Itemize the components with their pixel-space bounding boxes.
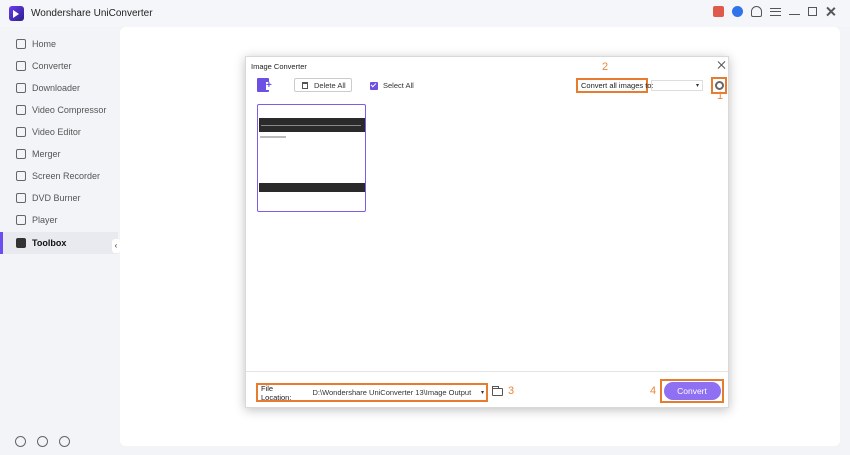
sidebar-item-converter[interactable]: Converter xyxy=(0,55,118,77)
annotation-3: 3 xyxy=(508,385,515,397)
thumbnail-content xyxy=(259,183,365,192)
file-location-highlight: File Location: D:\Wondershare UniConvert… xyxy=(256,383,488,402)
user-account-icon[interactable] xyxy=(732,6,743,17)
convert-button[interactable]: Convert xyxy=(663,382,721,400)
sidebar-item-label: Merger xyxy=(32,149,61,159)
support-headset-icon[interactable] xyxy=(751,6,762,17)
sidebar-item-label: Converter xyxy=(32,61,72,71)
convert-all-to-highlight: Convert all images to: xyxy=(576,78,654,93)
menu-icon[interactable] xyxy=(770,7,781,16)
gear-icon xyxy=(714,81,724,90)
open-folder-icon[interactable] xyxy=(492,386,503,396)
play-icon xyxy=(16,215,26,225)
sidebar-item-player[interactable]: Player xyxy=(0,209,118,231)
checkbox-checked-icon[interactable] xyxy=(370,81,378,90)
convert-highlight: Convert xyxy=(660,379,724,403)
feedback-icon[interactable] xyxy=(59,436,70,447)
disc-icon xyxy=(16,193,26,203)
sidebar-item-label: Downloader xyxy=(32,83,81,93)
minimize-icon[interactable] xyxy=(789,9,800,15)
maximize-icon[interactable] xyxy=(808,7,817,16)
title-bar: Wondershare UniConverter xyxy=(0,0,850,27)
sidebar: Home Converter Downloader Video Compress… xyxy=(0,27,118,455)
dialog-close-icon[interactable] xyxy=(716,60,726,70)
sidebar-collapse-handle[interactable]: ‹ xyxy=(112,239,120,253)
home-icon xyxy=(16,39,26,49)
select-all-checkbox[interactable]: Select All xyxy=(370,81,414,90)
help-icon[interactable] xyxy=(15,436,26,447)
delete-all-button[interactable]: Delete All xyxy=(294,78,352,92)
notification-bell-icon[interactable] xyxy=(37,436,48,447)
sidebar-item-video-compressor[interactable]: Video Compressor xyxy=(0,99,118,121)
chevron-down-icon: ▾ xyxy=(695,83,699,89)
sidebar-item-label: Player xyxy=(32,215,58,225)
sidebar-item-label: Toolbox xyxy=(32,238,67,248)
trash-icon xyxy=(302,81,308,89)
annotation-4: 4 xyxy=(650,385,657,397)
file-location-select[interactable]: D:\Wondershare UniConverter 13\Image Out… xyxy=(312,387,486,398)
thumbnail-content xyxy=(259,118,365,132)
file-location-label: File Location: xyxy=(261,383,292,402)
footer-divider xyxy=(246,371,728,372)
title-bar-controls xyxy=(713,6,836,17)
sidebar-item-video-editor[interactable]: Video Editor xyxy=(0,121,118,143)
gift-icon[interactable] xyxy=(713,6,724,17)
annotation-1: 1 xyxy=(717,90,724,102)
sidebar-item-merger[interactable]: Merger xyxy=(0,143,118,165)
sidebar-item-downloader[interactable]: Downloader xyxy=(0,77,118,99)
select-all-label: Select All xyxy=(383,81,414,90)
sidebar-item-dvd-burner[interactable]: DVD Burner xyxy=(0,187,118,209)
sidebar-item-label: Screen Recorder xyxy=(32,171,101,181)
scissors-icon xyxy=(16,127,26,137)
dialog-title: Image Converter xyxy=(251,62,307,71)
thumbnail-content xyxy=(260,136,286,138)
sidebar-item-toolbox[interactable]: Toolbox xyxy=(0,232,118,254)
app-title: Wondershare UniConverter xyxy=(31,8,153,19)
add-image-icon[interactable] xyxy=(257,78,272,92)
chevron-down-icon: ▾ xyxy=(480,390,484,396)
image-thumbnail[interactable] xyxy=(257,104,366,212)
sidebar-bottom-icons xyxy=(15,436,70,447)
converter-icon xyxy=(16,61,26,71)
annotation-2: 2 xyxy=(602,61,609,73)
convert-all-to-label: Convert all images to: xyxy=(581,81,654,90)
sidebar-item-home[interactable]: Home xyxy=(0,33,118,55)
window-close-icon[interactable] xyxy=(825,6,836,17)
delete-all-label: Delete All xyxy=(314,80,346,90)
record-icon xyxy=(16,171,26,181)
sidebar-item-screen-recorder[interactable]: Screen Recorder xyxy=(0,165,118,187)
downloader-icon xyxy=(16,83,26,93)
grid-icon xyxy=(16,238,26,248)
compress-icon xyxy=(16,105,26,115)
sidebar-item-label: Video Editor xyxy=(32,127,81,137)
image-converter-dialog: Image Converter Delete All Select All Co… xyxy=(245,56,729,408)
sidebar-item-label: DVD Burner xyxy=(32,193,81,203)
sidebar-item-label: Video Compressor xyxy=(32,105,107,115)
merge-icon xyxy=(16,149,26,159)
output-format-select[interactable]: ▾ xyxy=(651,80,703,91)
sidebar-item-label: Home xyxy=(32,39,57,49)
file-location-path: D:\Wondershare UniConverter 13\Image Out… xyxy=(312,388,472,397)
app-logo-icon xyxy=(9,6,24,21)
